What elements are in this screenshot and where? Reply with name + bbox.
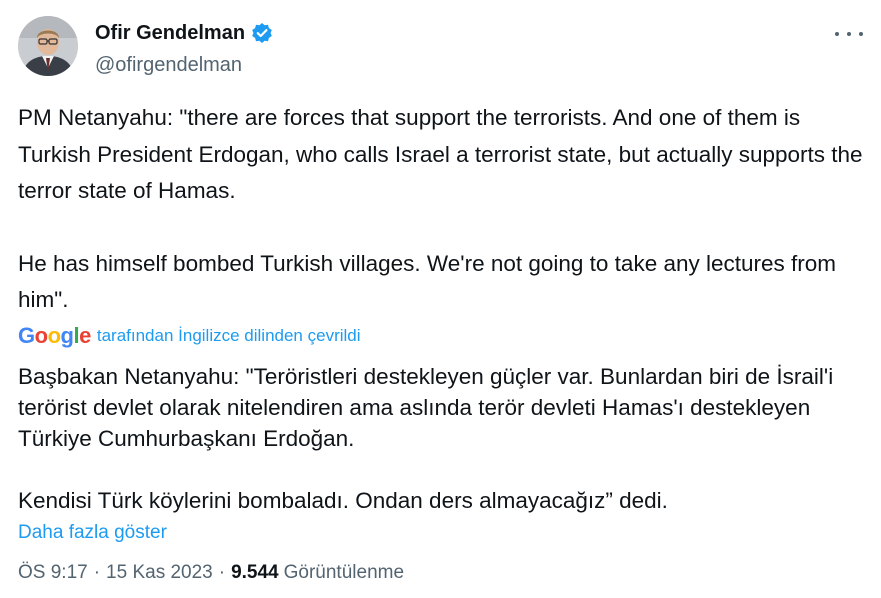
translation-label[interactable]: tarafından İngilizce dilinden çevrildi (97, 326, 361, 346)
show-more-link[interactable]: Daha fazla göster (18, 522, 167, 544)
avatar-image (18, 16, 78, 76)
google-logo: Google (18, 322, 91, 348)
meta-separator: · (218, 562, 226, 583)
avatar[interactable] (18, 16, 78, 76)
tweet-text-paragraph: PM Netanyahu: "there are forces that sup… (18, 105, 863, 203)
verified-badge-icon[interactable] (251, 22, 273, 44)
meta-separator: · (93, 562, 101, 583)
more-dot (859, 32, 863, 36)
tweet-time[interactable]: ÖS 9:17 (18, 562, 88, 584)
more-dot (835, 32, 839, 36)
tweet-header: Ofir Gendelman @ofirgendelman (18, 16, 863, 80)
tweet-card: Ofir Gendelman @ofirgendelman PM Netanya… (0, 0, 881, 598)
views-count: 9.544 (231, 562, 279, 583)
author-names: Ofir Gendelman @ofirgendelman (95, 20, 273, 77)
more-horizontal-icon[interactable] (835, 22, 863, 46)
translated-text-paragraph: Kendisi Türk köylerini bombaladı. Ondan … (18, 487, 668, 513)
translated-text-paragraph: Başbakan Netanyahu: "Teröristleri destek… (18, 363, 834, 451)
views-label: Görüntülenme (283, 562, 405, 583)
author-display-name[interactable]: Ofir Gendelman (95, 22, 245, 45)
translation-attribution: Google tarafından İngilizce dilinden çev… (18, 321, 863, 351)
display-name-row: Ofir Gendelman (95, 20, 273, 46)
more-dot (847, 32, 851, 36)
tweet-meta: ÖS 9:17 · 15 Kas 2023 · 9.544 Görüntülen… (18, 562, 404, 584)
author-handle[interactable]: @ofirgendelman (95, 54, 273, 77)
tweet-body: PM Netanyahu: "there are forces that sup… (18, 100, 863, 544)
tweet-text-paragraph: He has himself bombed Turkish villages. … (18, 250, 837, 313)
tweet-date[interactable]: 15 Kas 2023 (106, 562, 213, 584)
